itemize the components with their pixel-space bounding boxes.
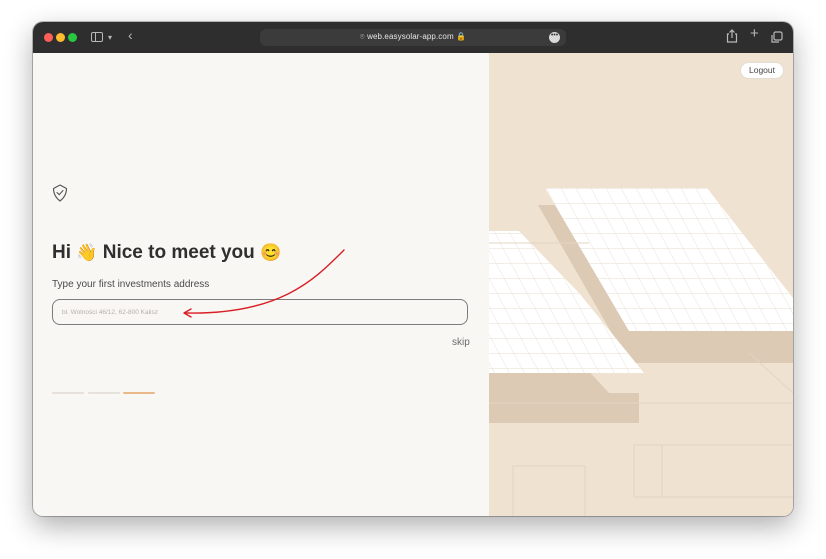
browser-toolbar: ▾ ‹ ⌾ web.easysolar-app.com 🔒 ••• +	[33, 22, 793, 54]
minimize-window-button[interactable]	[56, 33, 65, 42]
address-prompt: Type your first investments address	[52, 279, 210, 290]
onboarding-panel: Hi 👋 Nice to meet you 😊 Type your first …	[33, 53, 489, 516]
progress-step-2	[88, 392, 120, 394]
new-tab-icon[interactable]: +	[750, 26, 759, 41]
skip-link[interactable]: skip	[452, 337, 470, 348]
tab-overview-icon[interactable]	[771, 31, 783, 43]
solar-panels-illustration	[489, 188, 793, 516]
solar-illustration	[489, 53, 793, 516]
greeting-hi: Hi	[52, 242, 71, 263]
chevron-down-icon[interactable]: ▾	[108, 31, 112, 45]
shield-check-icon	[52, 184, 68, 202]
share-icon[interactable]	[726, 29, 738, 43]
progress-step-1	[52, 392, 84, 394]
address-input[interactable]	[52, 299, 468, 325]
wave-emoji: 👋	[76, 243, 98, 262]
lock-icon: 🔒	[456, 32, 467, 41]
smile-emoji: 😊	[260, 243, 282, 262]
sidebar-toggle-icon[interactable]	[91, 32, 103, 42]
page-title: Hi 👋 Nice to meet you 😊	[52, 242, 281, 264]
url-text: web.easysolar-app.com	[367, 32, 454, 41]
greeting-text: Nice to meet you	[102, 242, 255, 263]
logout-button[interactable]: Logout	[740, 62, 784, 79]
zoom-window-button[interactable]	[68, 33, 77, 42]
more-options-icon[interactable]: •••	[549, 32, 560, 43]
browser-window: ▾ ‹ ⌾ web.easysolar-app.com 🔒 ••• + Hi 👋…	[33, 22, 793, 516]
address-bar[interactable]: ⌾ web.easysolar-app.com 🔒 •••	[260, 29, 566, 46]
close-window-button[interactable]	[44, 33, 53, 42]
site-globe-icon: ⌾	[359, 32, 365, 41]
progress-step-3	[123, 392, 155, 394]
back-icon[interactable]: ‹	[128, 28, 133, 42]
page-content: Hi 👋 Nice to meet you 😊 Type your first …	[33, 53, 793, 516]
